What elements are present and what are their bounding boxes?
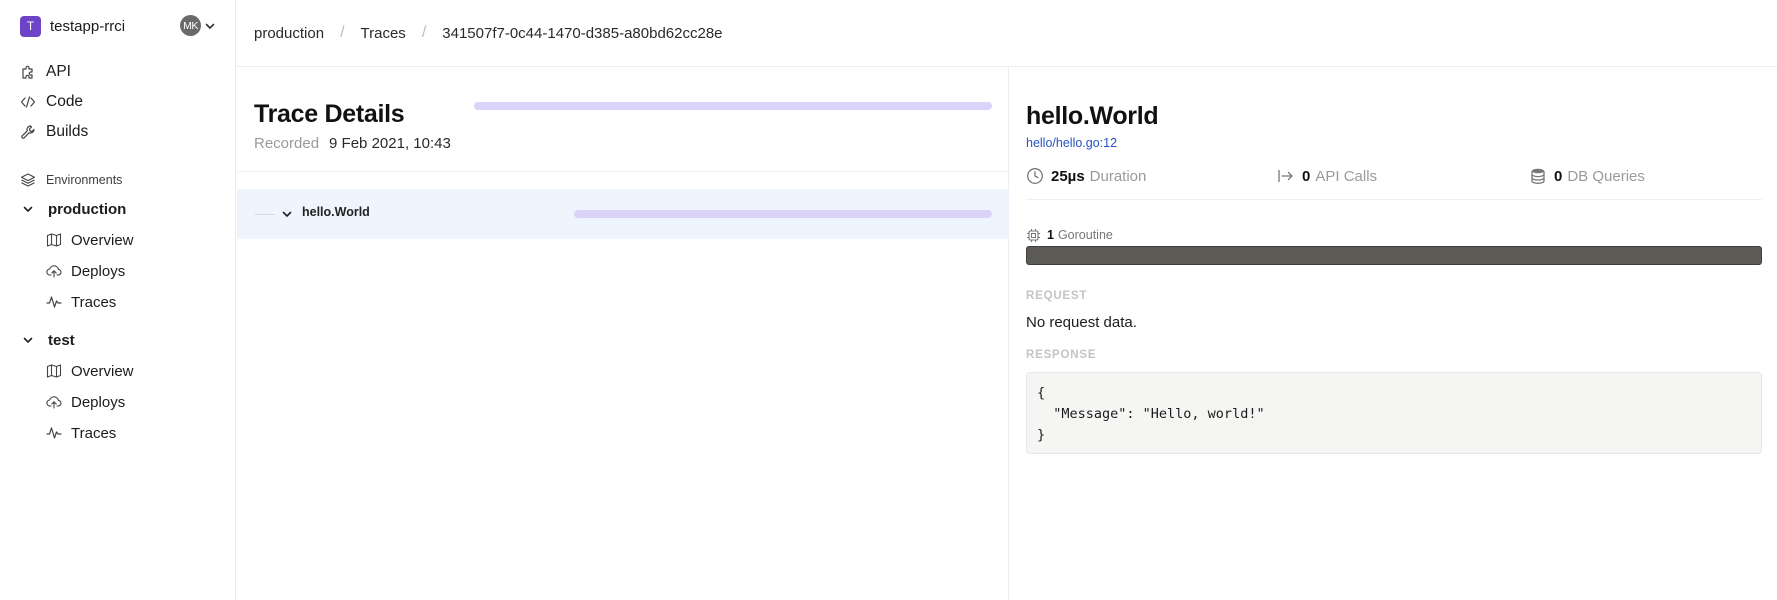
goroutine-count: 1 Goroutine: [1026, 226, 1113, 244]
source-location-link[interactable]: hello/hello.go:12: [1026, 136, 1117, 150]
breadcrumb-trace-id: 341507f7-0c44-1470-d385-a80bd62cc28e: [442, 24, 723, 42]
trace-timeline-pane: Trace Details Recorded 9 Feb 2021, 10:43…: [237, 68, 1009, 600]
stat-db-queries: 0 DB Queries: [1529, 165, 1645, 187]
wrench-icon: [20, 124, 36, 140]
response-body-box: { "Message": "Hello, world!" }: [1026, 372, 1762, 454]
recorded-label: Recorded: [254, 135, 320, 152]
span-title: hello.World: [1026, 102, 1159, 130]
map-icon: [46, 364, 62, 378]
layers-icon: [20, 173, 36, 187]
activity-icon: [46, 296, 62, 308]
env-name: production: [48, 200, 127, 218]
puzzle-icon: [20, 64, 36, 80]
request-body: No request data.: [1026, 314, 1137, 331]
response-body: { "Message": "Hello, world!" }: [1037, 385, 1265, 443]
breadcrumb-separator: /: [340, 24, 345, 41]
breadcrumb-env[interactable]: production: [254, 25, 324, 42]
api-calls-label: API Calls: [1315, 167, 1378, 185]
nav-item-builds[interactable]: Builds: [20, 121, 88, 143]
recorded-timestamp: Recorded 9 Feb 2021, 10:43: [254, 135, 451, 152]
recorded-value: 9 Feb 2021, 10:43: [329, 135, 451, 152]
user-menu[interactable]: MK: [180, 15, 216, 36]
divider: [237, 171, 1009, 172]
chevron-down-icon: [205, 23, 215, 29]
chevron-down-icon[interactable]: [281, 208, 293, 220]
span-duration-bar[interactable]: [574, 210, 992, 218]
breadcrumb-separator: /: [421, 24, 427, 41]
arrow-right-bar-icon: [1278, 169, 1293, 183]
sidebar-item-production-overview[interactable]: Overview: [46, 229, 134, 251]
breadcrumb-traces[interactable]: Traces: [361, 25, 406, 42]
code-icon: [20, 94, 36, 110]
sidebar-item-production-traces[interactable]: Traces: [46, 291, 116, 313]
sub-item-label: Traces: [71, 293, 117, 311]
nav-item-label: Builds: [46, 123, 89, 140]
nav-item-code[interactable]: Code: [20, 91, 83, 113]
sub-item-label: Overview: [71, 362, 134, 380]
cpu-icon: [1027, 228, 1040, 242]
sidebar-item-test-traces[interactable]: Traces: [46, 422, 116, 444]
chevron-down-icon: [23, 337, 33, 343]
sidebar: T testapp-rrci MK API Code Builds Enviro…: [0, 0, 236, 600]
env-name: test: [48, 331, 75, 349]
breadcrumb: production / Traces / 341507f7-0c44-1470…: [237, 0, 1777, 67]
request-heading: REQUEST: [1026, 290, 1088, 302]
avatar: MK: [180, 15, 201, 36]
goroutine-timeline-bar[interactable]: [1026, 246, 1762, 265]
nav-item-label: API: [46, 63, 71, 80]
stat-duration: 25µs Duration: [1026, 165, 1146, 187]
goroutine-label: Goroutine: [1057, 228, 1113, 242]
sub-item-label: Deploys: [71, 262, 126, 280]
activity-icon: [46, 427, 62, 439]
sub-item-label: Deploys: [71, 393, 126, 411]
span-details-pane: hello.World hello/hello.go:12 25µs Durat…: [1009, 68, 1777, 600]
env-production-toggle[interactable]: production: [22, 198, 126, 220]
sidebar-item-test-deploys[interactable]: Deploys: [46, 391, 125, 413]
chevron-down-icon: [23, 206, 33, 212]
sub-item-label: Traces: [71, 424, 117, 442]
sidebar-item-production-deploys[interactable]: Deploys: [46, 260, 125, 282]
environments-heading: Environments: [20, 170, 122, 190]
nav-item-api[interactable]: API: [20, 61, 71, 83]
stat-api-calls: 0 API Calls: [1277, 165, 1377, 187]
app-switcher[interactable]: T testapp-rrci MK: [20, 15, 220, 37]
sidebar-item-test-overview[interactable]: Overview: [46, 360, 134, 382]
app-logo: T: [20, 15, 41, 37]
api-calls-value: 0: [1302, 167, 1311, 185]
span-name: hello.World: [302, 205, 370, 219]
app-name: testapp-rrci: [50, 17, 126, 35]
sub-item-label: Overview: [71, 231, 134, 249]
database-icon: [1531, 168, 1545, 184]
db-queries-value: 0: [1554, 167, 1563, 185]
span-connector-line: [255, 214, 275, 215]
response-heading: RESPONSE: [1026, 349, 1097, 361]
duration-value: 25µs: [1051, 167, 1085, 185]
span-row-selected[interactable]: hello.World: [237, 189, 1009, 239]
trace-overview-bar: [474, 102, 992, 110]
nav-item-label: Code: [46, 93, 84, 110]
goroutine-value: 1: [1047, 228, 1054, 242]
duration-label: Duration: [1089, 167, 1147, 185]
db-queries-label: DB Queries: [1567, 167, 1645, 185]
cloud-upload-icon: [46, 396, 62, 409]
clock-icon: [1027, 168, 1043, 184]
env-test-toggle[interactable]: test: [22, 329, 75, 351]
page-title: Trace Details: [254, 100, 405, 128]
divider: [1026, 199, 1762, 200]
cloud-upload-icon: [46, 265, 62, 278]
map-icon: [46, 233, 62, 247]
